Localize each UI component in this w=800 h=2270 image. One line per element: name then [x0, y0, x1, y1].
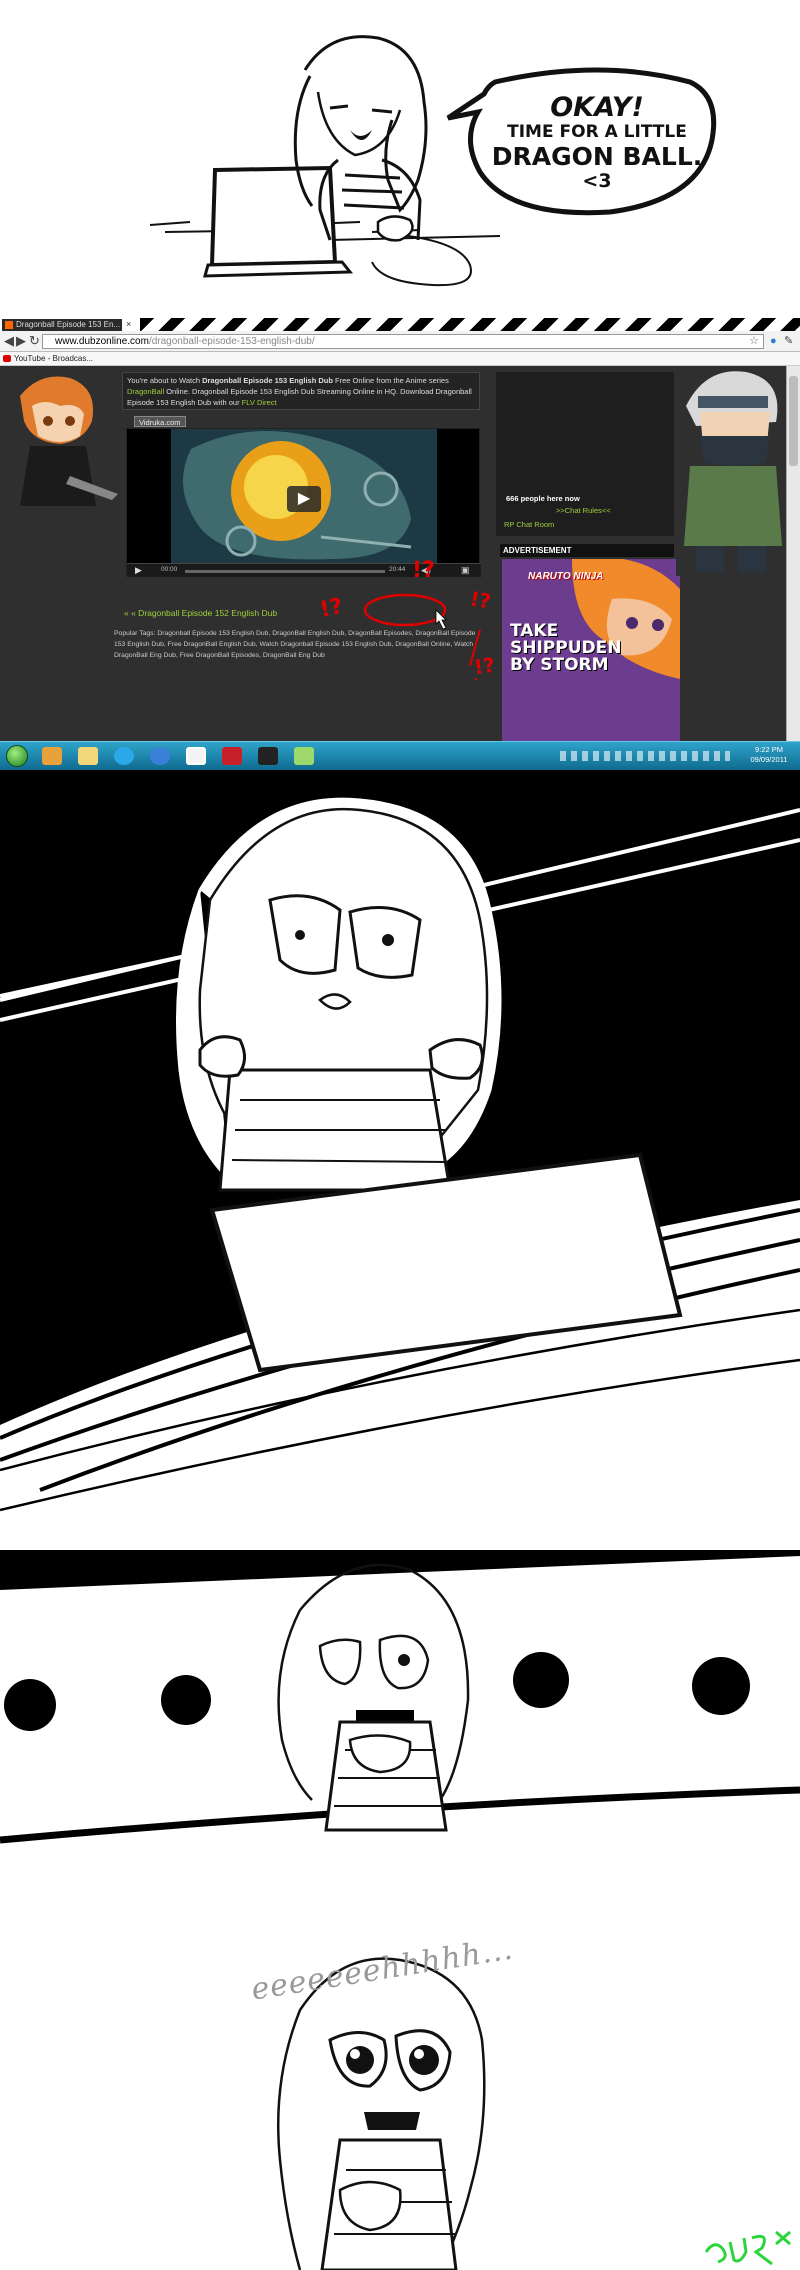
bubble-line-4: <3 — [582, 170, 612, 193]
media-player-icon[interactable] — [42, 747, 62, 765]
star-icon[interactable]: ☆ — [749, 335, 759, 348]
crying-girl-drawing — [276, 1957, 486, 2270]
windows-taskbar: 9:22 PM 09/09/2011 — [0, 741, 800, 770]
browser-tabstrip: Dragonball Episode 153 En... × — [0, 318, 800, 331]
url-path: /dragonball-episode-153-english-dub/ — [148, 336, 315, 347]
browser-toolbar: ◀ ▶ ↻ www.dubzonline.com/dragonball-epis… — [0, 331, 800, 352]
panel-browser-screenshot: Dragonball Episode 153 En... × ◀ ▶ ↻ www… — [0, 318, 800, 770]
close-icon[interactable]: × — [126, 319, 131, 329]
exclamation-mark: !? — [468, 586, 493, 614]
paint-icon[interactable] — [294, 747, 314, 765]
system-tray-icons[interactable] — [560, 751, 730, 761]
youtube-icon — [3, 355, 11, 362]
folder-icon[interactable] — [78, 747, 98, 765]
silent-girl-drawing — [0, 1550, 800, 1844]
exclamation-mark: !? — [412, 558, 435, 583]
back-arrow-icon[interactable]: ◀ — [4, 334, 14, 348]
red-annotation-layer — [363, 593, 481, 680]
panel-shocked-girl — [0, 770, 800, 1550]
red-circle-annotation — [363, 593, 447, 627]
ellipsis-dot-3 — [513, 1652, 569, 1708]
extension-icon[interactable]: ● — [770, 334, 777, 348]
chrome-icon[interactable] — [186, 747, 206, 765]
clock-time: 9:22 PM — [755, 745, 783, 754]
start-button[interactable] — [6, 745, 28, 767]
favicon-icon — [5, 321, 13, 329]
exclamation-mark: !? — [472, 652, 497, 680]
taskbar-clock[interactable]: 9:22 PM 09/09/2011 — [744, 745, 794, 765]
web-page: You're about to Watch Dragonball Episode… — [0, 366, 800, 741]
reload-icon[interactable]: ↻ — [29, 334, 40, 348]
browser-tab[interactable]: Dragonball Episode 153 En... — [2, 319, 122, 331]
panel-girl-at-laptop: OKAY! TIME FOR A LITTLE DRAGON BALL. <3 — [0, 0, 800, 318]
panel-crying-girl: eeeeeeehhhhh... — [0, 1890, 800, 2270]
bubble-line-1: OKAY! — [550, 92, 644, 123]
artist-signature-image — [704, 2230, 791, 2266]
bubble-line-2: TIME FOR A LITTLE — [507, 122, 687, 143]
ellipsis-dot-1 — [4, 1679, 56, 1731]
clock-date: 09/09/2011 — [750, 755, 788, 764]
bookmark-youtube[interactable]: YouTube - Broadcas... — [14, 354, 93, 363]
speech-bubble-text: OKAY! TIME FOR A LITTLE DRAGON BALL. <3 — [488, 92, 706, 193]
hatch-decoration — [140, 318, 800, 331]
address-bar[interactable]: www.dubzonline.com/dragonball-episode-15… — [42, 334, 764, 349]
ellipsis-dot-4 — [692, 1657, 750, 1715]
ellipsis-dot-2 — [161, 1675, 211, 1725]
app-icon[interactable] — [258, 747, 278, 765]
shocked-girl-drawing — [0, 797, 800, 1550]
tab-title: Dragonball Episode 153 En... — [16, 320, 121, 329]
wrench-icon[interactable]: ✎ — [784, 334, 793, 348]
forward-arrow-icon[interactable]: ▶ — [16, 334, 26, 348]
skype-icon[interactable] — [114, 747, 134, 765]
url-domain: www.dubzonline.com — [55, 336, 149, 347]
bookmarks-bar: YouTube - Broadcas... — [0, 352, 800, 366]
bubble-line-3: DRAGON BALL. — [491, 141, 703, 171]
internet-explorer-icon[interactable] — [150, 747, 170, 765]
filezilla-icon[interactable] — [222, 747, 242, 765]
panel-silent-girl — [0, 1550, 800, 1890]
exclamation-mark: !? — [317, 593, 346, 624]
